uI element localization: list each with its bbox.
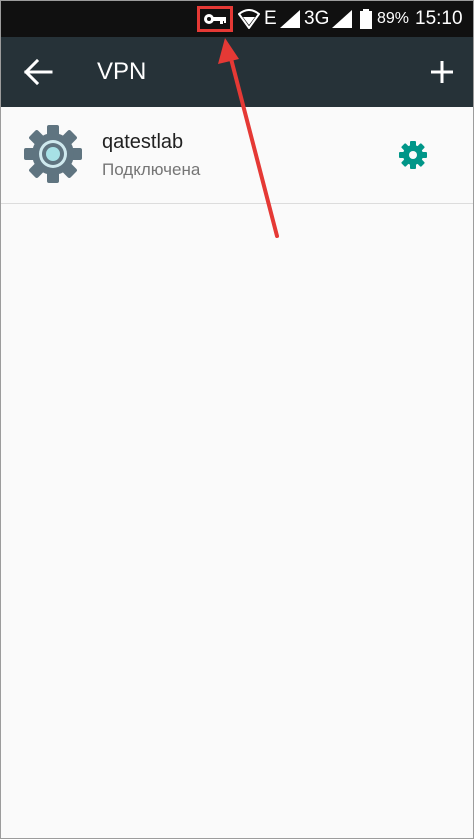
vpn-status: Подключена — [102, 160, 201, 179]
battery-icon — [360, 1, 372, 37]
add-icon[interactable] — [427, 57, 457, 87]
clock: 15:10 — [415, 8, 463, 29]
network-type-3g: 3G — [304, 8, 330, 29]
vpn-name: qatestlab — [102, 131, 184, 153]
gear-icon — [24, 125, 82, 183]
screen: E 3G 89% 15:10 VPN qatestlab Подключена — [0, 0, 474, 839]
settings-icon[interactable] — [398, 140, 428, 170]
status-bar: E 3G 89% 15:10 — [1, 1, 473, 37]
vpn-key-indicator — [197, 6, 233, 32]
battery-percent: 89% — [377, 10, 410, 27]
arrow-back-icon[interactable] — [23, 58, 53, 86]
signal-icon — [332, 1, 352, 37]
vpn-list-item[interactable]: qatestlab Подключена — [1, 107, 473, 204]
wifi-icon — [238, 1, 260, 37]
page-title: VPN — [97, 58, 147, 85]
app-bar: VPN — [1, 37, 473, 107]
signal-icon — [280, 1, 300, 37]
network-type-e: E — [264, 8, 277, 29]
vpn-key-icon — [204, 14, 226, 24]
